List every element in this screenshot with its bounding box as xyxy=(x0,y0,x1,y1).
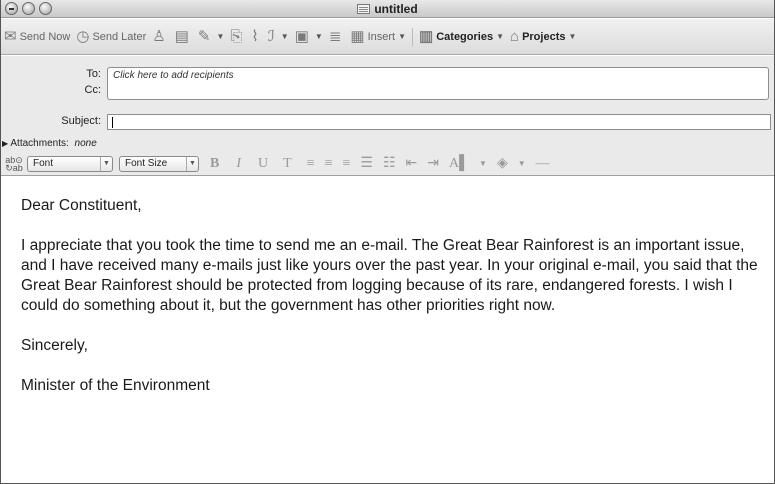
highlight-icon[interactable]: ◈ xyxy=(497,155,508,172)
document-icon xyxy=(357,4,371,14)
title-bar: untitled xyxy=(1,0,774,18)
toolbar-divider xyxy=(412,27,414,46)
bullet-list-icon[interactable]: ☷ xyxy=(383,155,396,172)
text-color-icon[interactable]: A▌ xyxy=(449,156,469,172)
horizontal-rule-icon[interactable]: — xyxy=(536,156,550,172)
categories-button[interactable]: ▥ Categories ▼ xyxy=(416,25,507,49)
dropdown-arrow-icon: ▼ xyxy=(398,32,407,41)
dropdown-arrow-icon: ▼ xyxy=(314,32,323,41)
align-left-icon[interactable]: ≡ xyxy=(307,156,315,172)
address-book-button[interactable]: ♙ xyxy=(149,25,171,49)
format-lines-icon: ≣ xyxy=(328,28,342,45)
subject-label: Subject: xyxy=(61,115,101,127)
recipients-placeholder: Click here to add recipients xyxy=(113,70,234,81)
signature-button[interactable]: ℐ ▼ xyxy=(265,25,292,49)
compose-window: untitled ✉ Send Now ◷ Send Later ♙ ▤ ✎ ▼ … xyxy=(0,0,775,484)
attachments-disclosure-icon[interactable]: ▶ xyxy=(2,139,8,148)
dropdown-arrow-icon: ▼ xyxy=(496,32,504,41)
contacts-button[interactable]: ▤ xyxy=(172,25,195,49)
clock-icon: ◷ xyxy=(76,28,90,45)
dropdown-arrow-icon: ▼ xyxy=(216,32,225,41)
dropdown-arrow-icon: ▼ xyxy=(100,156,112,171)
message-header: To: Cc: Click here to add recipients Sub… xyxy=(1,56,774,140)
clip-button[interactable]: ⎘ xyxy=(227,25,248,49)
toolbar: ✉ Send Now ◷ Send Later ♙ ▤ ✎ ▼ ⎘ ⌇ ℐ ▼ ▣ ▼… xyxy=(1,19,774,55)
clipboard-icon: ⎘ xyxy=(230,28,243,45)
projects-label: Projects xyxy=(522,30,566,43)
strikethrough-button[interactable]: T xyxy=(283,156,292,172)
decrease-indent-icon[interactable]: ⇤ xyxy=(406,155,418,172)
to-label: To: xyxy=(86,68,101,80)
categories-label: Categories xyxy=(436,30,494,43)
attach-button[interactable]: ⌇ xyxy=(248,25,264,49)
window-title-text: untitled xyxy=(374,2,418,16)
text-cursor xyxy=(112,117,113,128)
font-size-select[interactable]: Font Size ▼ xyxy=(119,155,199,172)
paperclip-icon: ⌇ xyxy=(251,28,259,45)
dropdown-arrow-icon[interactable]: ▼ xyxy=(479,159,487,168)
align-right-icon[interactable]: ≡ xyxy=(343,156,351,172)
bold-button[interactable]: B xyxy=(210,156,219,172)
greeting-text: Dear Constituent, xyxy=(21,197,142,214)
send-now-label: Send Now xyxy=(19,30,71,43)
person-icon: ♙ xyxy=(152,28,166,45)
insert-button[interactable]: ▦ Insert ▼ xyxy=(347,25,409,49)
recipients-field[interactable]: Click here to add recipients xyxy=(107,67,769,100)
contact-card-icon: ▤ xyxy=(174,28,189,45)
table-icon: ▦ xyxy=(350,28,365,45)
format-bar: ab⊙ ↻ab Font ▼ Font Size ▼ B I U T ≡ ≡ ≡ … xyxy=(1,152,774,176)
closing-text: Sincerely, xyxy=(21,337,88,354)
spellcheck-icon[interactable]: ab⊙ ↻ab xyxy=(1,155,27,172)
dropdown-arrow-icon: ▼ xyxy=(568,32,577,41)
attachments-label: Attachments: xyxy=(10,138,69,149)
picture-button[interactable]: ▣ ▼ xyxy=(292,25,326,49)
send-now-button[interactable]: ✉ Send Now xyxy=(1,25,73,49)
subject-field[interactable] xyxy=(107,114,771,130)
link-icon: ✎ xyxy=(197,28,211,45)
message-body[interactable]: Dear Constituent, I appreciate that you … xyxy=(21,196,761,396)
dropdown-arrow-icon: ▼ xyxy=(186,156,198,171)
dropdown-arrow-icon[interactable]: ▼ xyxy=(518,159,526,168)
attachments-value: none xyxy=(74,138,97,149)
cc-label: Cc: xyxy=(84,84,102,96)
increase-indent-icon[interactable]: ⇥ xyxy=(427,155,439,172)
signature-icon: ℐ xyxy=(267,28,275,45)
attachments-row: ▶ Attachments: none xyxy=(1,138,774,152)
projects-button[interactable]: ⌂ Projects ▼ xyxy=(507,25,579,49)
signature-text: Minister of the Environment xyxy=(21,377,210,394)
underline-button[interactable]: U xyxy=(258,156,268,172)
send-later-button[interactable]: ◷ Send Later xyxy=(73,25,149,49)
insert-label: Insert xyxy=(367,30,396,43)
categories-icon: ▥ xyxy=(419,28,434,45)
picture-icon: ▣ xyxy=(294,28,309,45)
format-button[interactable]: ≣ xyxy=(326,25,348,49)
font-select[interactable]: Font ▼ xyxy=(27,155,113,172)
dropdown-arrow-icon: ▼ xyxy=(280,32,289,41)
align-center-icon[interactable]: ≡ xyxy=(325,156,333,172)
body-paragraph: I appreciate that you took the time to s… xyxy=(21,237,758,314)
projects-icon: ⌂ xyxy=(510,28,520,45)
send-later-label: Send Later xyxy=(92,30,147,43)
numbered-list-icon[interactable]: ☰ xyxy=(360,155,373,172)
window-title: untitled xyxy=(1,2,774,16)
font-select-value: Font xyxy=(33,158,54,169)
send-icon: ✉ xyxy=(4,28,17,45)
font-size-select-value: Font Size xyxy=(125,158,168,169)
link-button[interactable]: ✎ ▼ xyxy=(195,25,228,49)
italic-button[interactable]: I xyxy=(236,156,241,172)
